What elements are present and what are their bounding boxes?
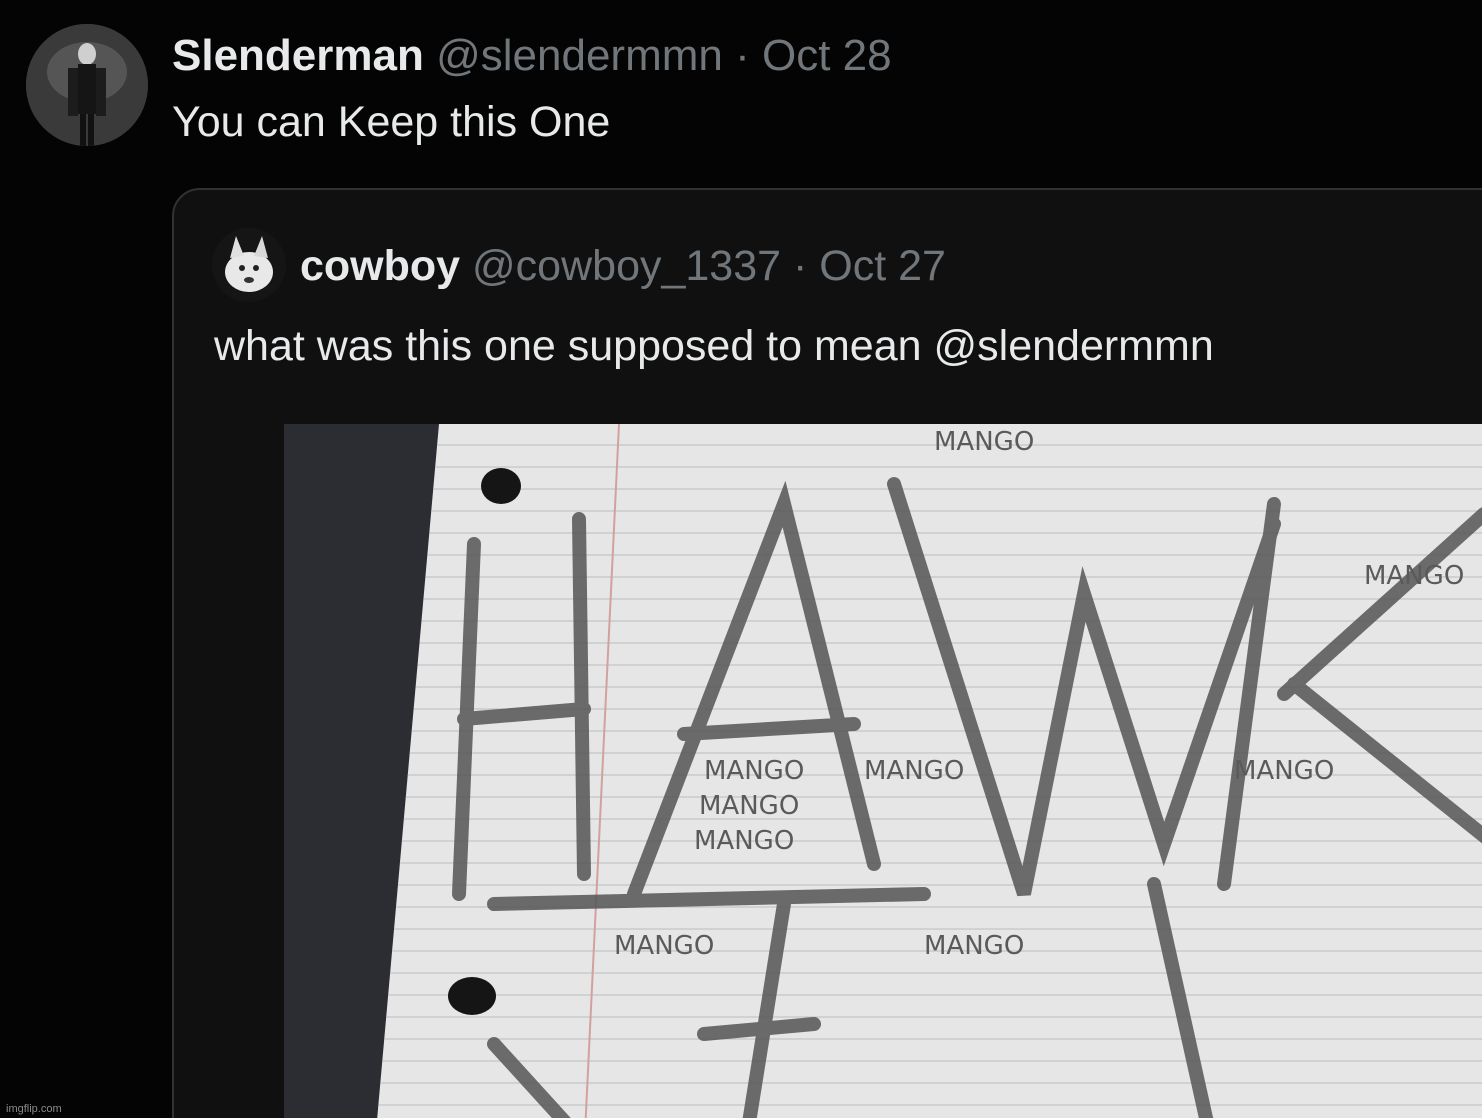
scrawl-word: MANGO [1364,561,1464,591]
tweet-text: You can Keep this One [172,98,611,146]
quoted-tweet-text: what was this one supposed to mean @slen… [214,322,1214,370]
quoted-tweet-image[interactable]: MANGO MANGO MANGO MANGO MANGO MANGO MANG… [284,424,1482,1118]
quoted-separator: · [793,242,808,290]
quoted-tweet-header: cowboy @cowboy_1337 · Oct 27 [300,240,946,292]
scrawl-word: MANGO [934,427,1034,457]
dog-avatar-icon [212,228,286,302]
tweet-header: Slenderman @slendermmn · Oct 28 [172,30,892,82]
scrawl-word: MANGO [694,826,794,856]
author-name[interactable]: Slenderman [172,31,424,80]
quoted-tweet-date[interactable]: Oct 27 [819,242,946,290]
watermark: imgflip.com [6,1103,62,1115]
scrawl-word: MANGO [614,931,714,961]
notebook-paper-drawing-icon: MANGO MANGO MANGO MANGO MANGO MANGO MANG… [284,424,1482,1118]
quoted-author-avatar[interactable] [212,228,286,302]
scrawl-word: MANGO [924,931,1024,961]
author-avatar[interactable] [26,24,148,146]
separator: · [735,31,750,80]
tweet-date[interactable]: Oct 28 [762,31,892,80]
quoted-author-name[interactable]: cowboy [300,242,460,290]
scrawl-word: MANGO [1234,756,1334,786]
quoted-author-handle[interactable]: @cowboy_1337 [472,242,781,290]
quoted-tweet[interactable]: cowboy @cowboy_1337 · Oct 27 what was th… [172,188,1482,1118]
scrawl-word: MANGO [699,791,799,821]
scrawl-word: MANGO [704,756,804,786]
author-handle[interactable]: @slendermmn [436,31,723,80]
slenderman-avatar-icon [26,24,148,146]
tweet: Slenderman @slendermmn · Oct 28 You can … [0,0,1482,1118]
scrawl-word: MANGO [864,756,964,786]
